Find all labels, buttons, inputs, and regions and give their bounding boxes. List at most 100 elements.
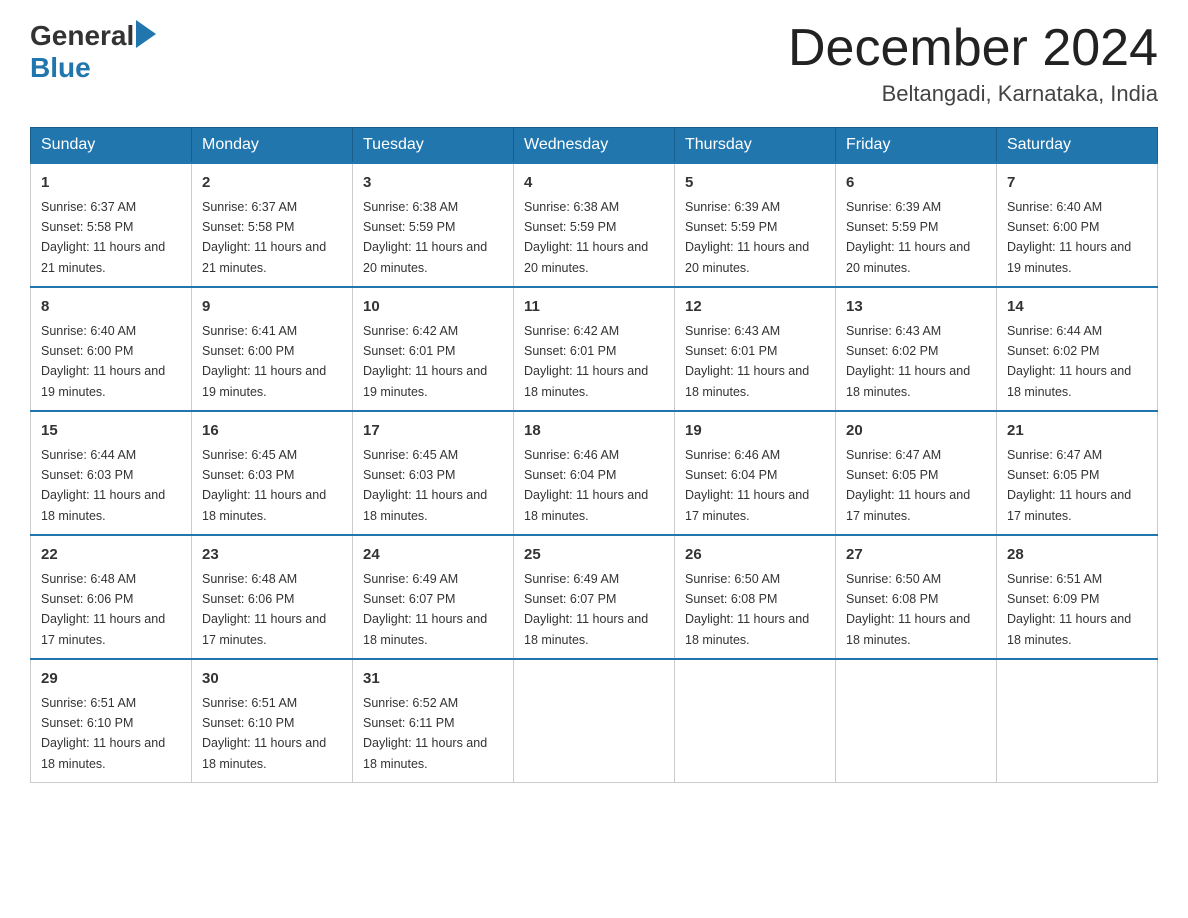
calendar-cell — [675, 659, 836, 783]
day-number: 1 — [41, 172, 181, 195]
calendar-cell: 7 Sunrise: 6:40 AMSunset: 6:00 PMDayligh… — [997, 163, 1158, 287]
calendar-cell: 28 Sunrise: 6:51 AMSunset: 6:09 PMDaylig… — [997, 535, 1158, 659]
week-row-4: 22 Sunrise: 6:48 AMSunset: 6:06 PMDaylig… — [31, 535, 1158, 659]
month-title: December 2024 — [788, 20, 1158, 77]
calendar-cell: 18 Sunrise: 6:46 AMSunset: 6:04 PMDaylig… — [514, 411, 675, 535]
calendar-cell: 29 Sunrise: 6:51 AMSunset: 6:10 PMDaylig… — [31, 659, 192, 783]
calendar-cell: 6 Sunrise: 6:39 AMSunset: 5:59 PMDayligh… — [836, 163, 997, 287]
day-info: Sunrise: 6:52 AMSunset: 6:11 PMDaylight:… — [363, 696, 487, 771]
calendar-cell: 4 Sunrise: 6:38 AMSunset: 5:59 PMDayligh… — [514, 163, 675, 287]
column-header-sunday: Sunday — [31, 128, 192, 164]
calendar-cell: 24 Sunrise: 6:49 AMSunset: 6:07 PMDaylig… — [353, 535, 514, 659]
day-info: Sunrise: 6:48 AMSunset: 6:06 PMDaylight:… — [202, 572, 326, 647]
calendar-cell: 23 Sunrise: 6:48 AMSunset: 6:06 PMDaylig… — [192, 535, 353, 659]
calendar-cell: 25 Sunrise: 6:49 AMSunset: 6:07 PMDaylig… — [514, 535, 675, 659]
calendar-cell: 31 Sunrise: 6:52 AMSunset: 6:11 PMDaylig… — [353, 659, 514, 783]
day-info: Sunrise: 6:44 AMSunset: 6:03 PMDaylight:… — [41, 448, 165, 523]
day-number: 9 — [202, 296, 342, 319]
calendar-cell: 1 Sunrise: 6:37 AMSunset: 5:58 PMDayligh… — [31, 163, 192, 287]
calendar-cell: 26 Sunrise: 6:50 AMSunset: 6:08 PMDaylig… — [675, 535, 836, 659]
day-info: Sunrise: 6:51 AMSunset: 6:10 PMDaylight:… — [41, 696, 165, 771]
calendar-cell: 15 Sunrise: 6:44 AMSunset: 6:03 PMDaylig… — [31, 411, 192, 535]
location-title: Beltangadi, Karnataka, India — [788, 81, 1158, 107]
day-number: 6 — [846, 172, 986, 195]
day-number: 15 — [41, 420, 181, 443]
calendar-header-row: SundayMondayTuesdayWednesdayThursdayFrid… — [31, 128, 1158, 164]
day-info: Sunrise: 6:42 AMSunset: 6:01 PMDaylight:… — [363, 324, 487, 399]
calendar-cell: 13 Sunrise: 6:43 AMSunset: 6:02 PMDaylig… — [836, 287, 997, 411]
calendar-cell: 10 Sunrise: 6:42 AMSunset: 6:01 PMDaylig… — [353, 287, 514, 411]
day-info: Sunrise: 6:37 AMSunset: 5:58 PMDaylight:… — [202, 200, 326, 275]
calendar-cell: 9 Sunrise: 6:41 AMSunset: 6:00 PMDayligh… — [192, 287, 353, 411]
day-info: Sunrise: 6:43 AMSunset: 6:02 PMDaylight:… — [846, 324, 970, 399]
day-number: 4 — [524, 172, 664, 195]
day-number: 3 — [363, 172, 503, 195]
day-number: 20 — [846, 420, 986, 443]
day-info: Sunrise: 6:51 AMSunset: 6:09 PMDaylight:… — [1007, 572, 1131, 647]
calendar-cell: 5 Sunrise: 6:39 AMSunset: 5:59 PMDayligh… — [675, 163, 836, 287]
calendar-cell — [514, 659, 675, 783]
calendar-cell: 17 Sunrise: 6:45 AMSunset: 6:03 PMDaylig… — [353, 411, 514, 535]
day-info: Sunrise: 6:42 AMSunset: 6:01 PMDaylight:… — [524, 324, 648, 399]
calendar-cell: 27 Sunrise: 6:50 AMSunset: 6:08 PMDaylig… — [836, 535, 997, 659]
week-row-3: 15 Sunrise: 6:44 AMSunset: 6:03 PMDaylig… — [31, 411, 1158, 535]
week-row-1: 1 Sunrise: 6:37 AMSunset: 5:58 PMDayligh… — [31, 163, 1158, 287]
day-info: Sunrise: 6:49 AMSunset: 6:07 PMDaylight:… — [524, 572, 648, 647]
column-header-friday: Friday — [836, 128, 997, 164]
day-info: Sunrise: 6:45 AMSunset: 6:03 PMDaylight:… — [202, 448, 326, 523]
calendar-cell — [836, 659, 997, 783]
day-info: Sunrise: 6:50 AMSunset: 6:08 PMDaylight:… — [846, 572, 970, 647]
day-number: 22 — [41, 544, 181, 567]
day-number: 17 — [363, 420, 503, 443]
calendar-cell: 8 Sunrise: 6:40 AMSunset: 6:00 PMDayligh… — [31, 287, 192, 411]
day-number: 26 — [685, 544, 825, 567]
day-number: 31 — [363, 668, 503, 691]
day-number: 30 — [202, 668, 342, 691]
day-info: Sunrise: 6:47 AMSunset: 6:05 PMDaylight:… — [1007, 448, 1131, 523]
day-number: 29 — [41, 668, 181, 691]
calendar-cell: 3 Sunrise: 6:38 AMSunset: 5:59 PMDayligh… — [353, 163, 514, 287]
logo-blue-text: Blue — [30, 52, 91, 84]
calendar-cell — [997, 659, 1158, 783]
day-number: 16 — [202, 420, 342, 443]
week-row-2: 8 Sunrise: 6:40 AMSunset: 6:00 PMDayligh… — [31, 287, 1158, 411]
day-info: Sunrise: 6:38 AMSunset: 5:59 PMDaylight:… — [524, 200, 648, 275]
day-info: Sunrise: 6:45 AMSunset: 6:03 PMDaylight:… — [363, 448, 487, 523]
logo: General Blue — [30, 20, 156, 84]
calendar-cell: 20 Sunrise: 6:47 AMSunset: 6:05 PMDaylig… — [836, 411, 997, 535]
page-header: General Blue December 2024 Beltangadi, K… — [30, 20, 1158, 107]
day-number: 21 — [1007, 420, 1147, 443]
column-header-tuesday: Tuesday — [353, 128, 514, 164]
calendar-cell: 21 Sunrise: 6:47 AMSunset: 6:05 PMDaylig… — [997, 411, 1158, 535]
calendar-cell: 16 Sunrise: 6:45 AMSunset: 6:03 PMDaylig… — [192, 411, 353, 535]
day-info: Sunrise: 6:46 AMSunset: 6:04 PMDaylight:… — [685, 448, 809, 523]
day-number: 27 — [846, 544, 986, 567]
day-number: 8 — [41, 296, 181, 319]
day-info: Sunrise: 6:39 AMSunset: 5:59 PMDaylight:… — [846, 200, 970, 275]
day-info: Sunrise: 6:43 AMSunset: 6:01 PMDaylight:… — [685, 324, 809, 399]
calendar-cell: 19 Sunrise: 6:46 AMSunset: 6:04 PMDaylig… — [675, 411, 836, 535]
day-info: Sunrise: 6:47 AMSunset: 6:05 PMDaylight:… — [846, 448, 970, 523]
day-number: 12 — [685, 296, 825, 319]
calendar-cell: 2 Sunrise: 6:37 AMSunset: 5:58 PMDayligh… — [192, 163, 353, 287]
column-header-saturday: Saturday — [997, 128, 1158, 164]
day-number: 10 — [363, 296, 503, 319]
day-info: Sunrise: 6:51 AMSunset: 6:10 PMDaylight:… — [202, 696, 326, 771]
logo-general-text: General — [30, 20, 134, 52]
day-number: 18 — [524, 420, 664, 443]
day-info: Sunrise: 6:39 AMSunset: 5:59 PMDaylight:… — [685, 200, 809, 275]
logo-arrow-icon — [136, 20, 156, 48]
calendar-cell: 11 Sunrise: 6:42 AMSunset: 6:01 PMDaylig… — [514, 287, 675, 411]
calendar-table: SundayMondayTuesdayWednesdayThursdayFrid… — [30, 127, 1158, 783]
column-header-wednesday: Wednesday — [514, 128, 675, 164]
calendar-cell: 30 Sunrise: 6:51 AMSunset: 6:10 PMDaylig… — [192, 659, 353, 783]
column-header-monday: Monday — [192, 128, 353, 164]
day-number: 25 — [524, 544, 664, 567]
day-number: 13 — [846, 296, 986, 319]
day-info: Sunrise: 6:37 AMSunset: 5:58 PMDaylight:… — [41, 200, 165, 275]
day-number: 5 — [685, 172, 825, 195]
day-number: 14 — [1007, 296, 1147, 319]
day-number: 11 — [524, 296, 664, 319]
day-info: Sunrise: 6:40 AMSunset: 6:00 PMDaylight:… — [1007, 200, 1131, 275]
day-info: Sunrise: 6:40 AMSunset: 6:00 PMDaylight:… — [41, 324, 165, 399]
